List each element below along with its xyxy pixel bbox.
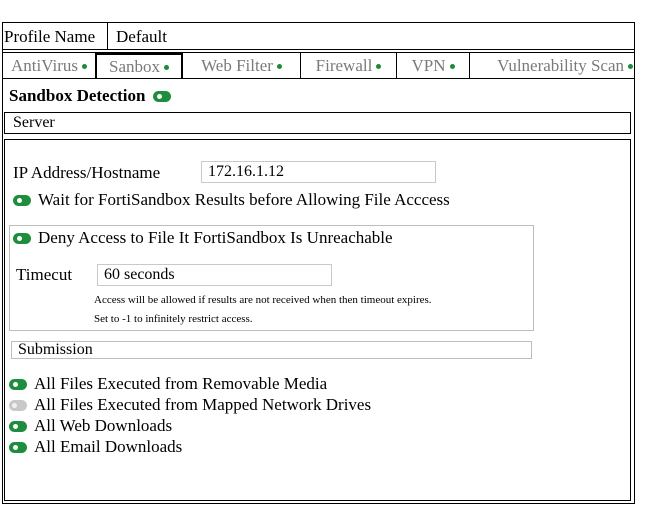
sandbox-detection-toggle-icon[interactable] xyxy=(153,90,172,102)
status-dot-icon xyxy=(449,64,455,69)
tab-label: VPN xyxy=(411,55,446,75)
profile-row xyxy=(2,22,635,50)
submission-item-label: All Email Downloads xyxy=(34,437,183,456)
tab-label: AntiVirus xyxy=(11,55,78,75)
status-dot-icon xyxy=(164,65,169,70)
submission-item-label: All Web Downloads xyxy=(34,416,173,435)
tab-web-filter[interactable]: Web Filter xyxy=(183,53,300,78)
tab-vpn[interactable]: VPN xyxy=(397,53,469,78)
timeout-value: 60 seconds xyxy=(104,266,175,283)
timeout-note: Access will be allowed if results are no… xyxy=(94,294,432,306)
server-header-label: Server xyxy=(13,114,55,131)
tab-firewall[interactable]: Firewall xyxy=(301,53,396,78)
tab-label: Sanbox xyxy=(109,56,160,76)
timeout-note: Set to -1 to infinitely restrict access. xyxy=(94,313,253,325)
tab-sandbox[interactable]: Sanbox xyxy=(95,53,183,78)
section-title: Sandbox Detection xyxy=(9,86,172,106)
status-dot-icon xyxy=(81,64,87,69)
ip-address-input[interactable]: 172.16.1.12 xyxy=(201,161,436,183)
wait-results-label: Wait for FortiSandbox Results before All… xyxy=(38,190,450,209)
ip-address-label: IP Address/Hostname xyxy=(13,163,161,182)
submission-header-label: Submission xyxy=(18,341,93,358)
sandbox-detection-label: Sandbox Detection xyxy=(9,86,146,105)
removable-media-toggle-icon[interactable] xyxy=(9,378,27,390)
wait-results-option: Wait for FortiSandbox Results before All… xyxy=(13,190,450,210)
submission-item-email-downloads: All Email Downloads xyxy=(9,437,182,457)
deny-access-toggle-icon[interactable] xyxy=(13,232,31,244)
tab-label: Firewall xyxy=(315,55,373,75)
status-dot-icon xyxy=(376,64,382,69)
wait-results-toggle-icon[interactable] xyxy=(13,194,31,206)
deny-access-label: Deny Access to File It FortiSandbox Is U… xyxy=(38,228,393,247)
web-downloads-toggle-icon[interactable] xyxy=(9,420,27,432)
server-header: Server xyxy=(4,112,631,134)
tab-antivirus[interactable]: AntiVirus xyxy=(3,53,95,78)
deny-access-option: Deny Access to File It FortiSandbox Is U… xyxy=(13,228,393,248)
submission-item-mapped-drives: All Files Executed from Mapped Network D… xyxy=(9,395,371,415)
timeout-input[interactable]: 60 seconds xyxy=(97,264,332,286)
submission-header: Submission xyxy=(11,341,532,359)
profile-name-value[interactable]: Default xyxy=(116,27,167,47)
submission-item-removable-media: All Files Executed from Removable Media xyxy=(9,374,327,394)
email-downloads-toggle-icon[interactable] xyxy=(9,441,27,453)
tab-label: Vulnerability Scan xyxy=(497,55,624,75)
submission-item-label: All Files Executed from Mapped Network D… xyxy=(34,395,372,414)
timeout-label: Timecut xyxy=(16,265,73,284)
tab-label: Web Filter xyxy=(201,55,273,75)
mapped-drives-toggle-icon[interactable] xyxy=(9,399,27,411)
divider xyxy=(107,22,108,50)
status-dot-icon xyxy=(628,64,633,69)
profile-name-label: Profile Name xyxy=(4,27,96,46)
submission-item-label: All Files Executed from Removable Media xyxy=(34,374,328,393)
tab-vulnerability-scan[interactable]: Vulnerability Scan xyxy=(470,53,635,78)
status-dot-icon xyxy=(276,64,282,69)
submission-item-web-downloads: All Web Downloads xyxy=(9,416,172,436)
ip-address-value: 172.16.1.12 xyxy=(208,163,284,180)
